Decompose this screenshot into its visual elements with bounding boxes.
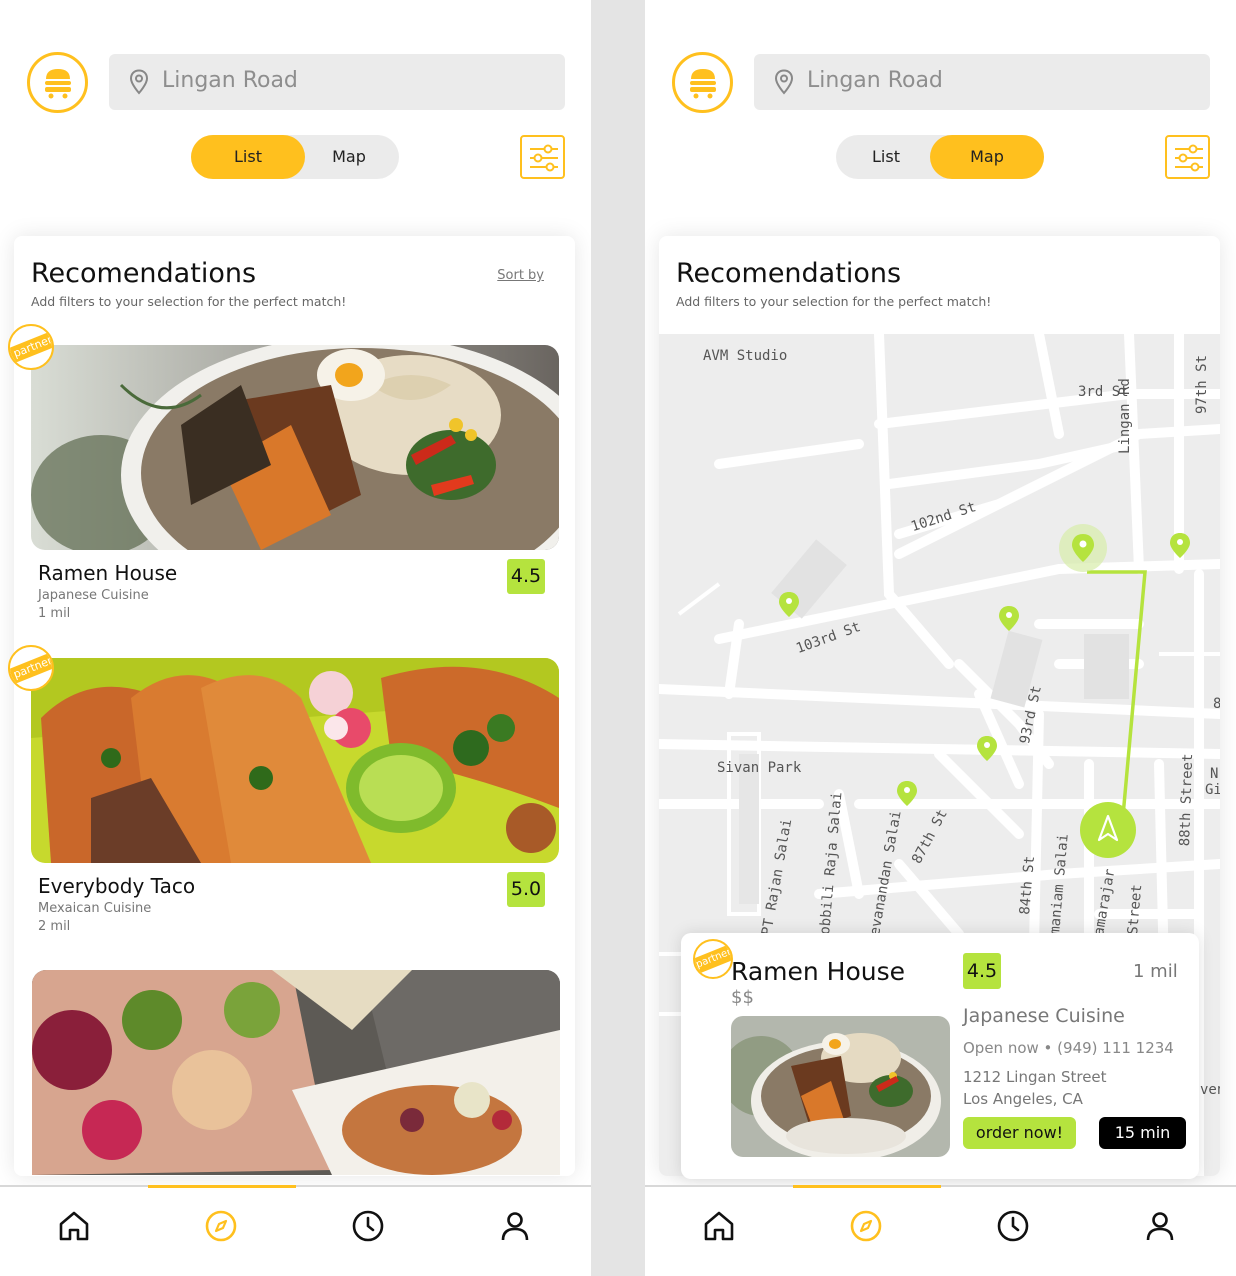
view-toggle: List Map	[836, 135, 1044, 179]
restaurant-info-card[interactable]: partner Ramen House $$ 4.5 1 mil Japanes…	[681, 933, 1199, 1179]
map-label: 97th St	[1194, 354, 1210, 414]
list-screen: Lingan Road List Map Recomendations Add …	[0, 0, 591, 1276]
section-title: Recomendations	[31, 258, 257, 289]
map-label: 88th Street	[1177, 753, 1197, 847]
map-label: 8	[1213, 696, 1220, 712]
ramen-photo	[31, 345, 559, 550]
sliders-icon	[530, 144, 558, 172]
clock-icon[interactable]	[996, 1209, 1030, 1243]
restaurant-name: Ramen House	[38, 561, 178, 585]
profile-icon[interactable]	[498, 1209, 532, 1243]
compass-icon[interactable]	[204, 1209, 238, 1243]
address-line-1: 1212 Lingan Street	[963, 1068, 1107, 1086]
map-toggle-button[interactable]: Map	[299, 135, 399, 179]
burger-logo-icon	[690, 69, 716, 99]
app-logo[interactable]	[27, 52, 88, 113]
partner-badge: partner	[8, 645, 54, 691]
filter-button[interactable]	[1165, 135, 1210, 179]
compass-icon[interactable]	[849, 1209, 883, 1243]
clock-icon[interactable]	[351, 1209, 385, 1243]
map-screen: Lingan Road List Map Recomendations Add …	[645, 0, 1236, 1276]
restaurant-name: Everybody Taco	[38, 874, 196, 898]
rating-badge: 4.5	[963, 953, 1001, 989]
map-label: Sivan Park	[717, 760, 802, 776]
location-search-input[interactable]: Lingan Road	[109, 54, 565, 110]
map-toggle-button[interactable]: Map	[930, 135, 1044, 179]
map-label: ven	[1200, 1082, 1220, 1098]
restaurant-cuisine: Japanese Cuisine	[38, 588, 149, 603]
recommendations-card: Recomendations Add filters to your selec…	[14, 236, 575, 1176]
tacos-photo	[32, 970, 560, 1175]
eta-badge: 15 min	[1099, 1117, 1186, 1149]
restaurant-cuisine: Japanese Cuisine	[963, 1005, 1125, 1027]
list-toggle-button[interactable]: List	[836, 135, 936, 179]
bottom-nav	[0, 1185, 591, 1276]
section-subtitle: Add filters to your selection for the pe…	[676, 294, 992, 309]
price-level: $$	[731, 987, 754, 1008]
home-icon[interactable]	[702, 1209, 736, 1243]
address-line-2: Los Angeles, CA	[963, 1090, 1083, 1108]
order-now-button[interactable]: order now!	[963, 1117, 1076, 1149]
map-label: N	[1210, 766, 1219, 782]
location-search-input[interactable]: Lingan Road	[754, 54, 1210, 110]
bottom-nav	[645, 1185, 1236, 1276]
restaurant-name: Ramen House	[731, 957, 906, 986]
taco-photo	[31, 658, 559, 863]
rating-badge: 5.0	[507, 872, 545, 907]
location-pin-icon	[774, 69, 794, 95]
location-value: Lingan Road	[162, 68, 298, 93]
location-pin-icon	[129, 69, 149, 95]
map-label: AVM Studio	[703, 348, 788, 364]
partner-badge: partner	[8, 324, 54, 370]
home-icon[interactable]	[57, 1209, 91, 1243]
burger-logo-icon	[45, 69, 71, 99]
open-status-phone: Open now • (949) 111 1234	[963, 1039, 1174, 1057]
partner-badge: partner	[693, 939, 733, 979]
active-tab-indicator	[793, 1185, 941, 1188]
restaurant-distance: 1 mil	[1133, 961, 1178, 982]
app-logo[interactable]	[672, 52, 733, 113]
list-toggle-button[interactable]: List	[191, 135, 305, 179]
map-label: Gi	[1205, 782, 1220, 798]
section-title: Recomendations	[676, 258, 902, 289]
rating-badge: 4.5	[507, 559, 545, 594]
restaurant-distance: 2 mil	[38, 919, 71, 934]
restaurant-cuisine: Mexaican Cuisine	[38, 901, 152, 916]
view-toggle: List Map	[191, 135, 399, 179]
sort-by-link[interactable]: Sort by	[497, 268, 544, 283]
restaurant-distance: 1 mil	[38, 606, 71, 621]
active-tab-indicator	[148, 1185, 296, 1188]
section-subtitle: Add filters to your selection for the pe…	[31, 294, 347, 309]
filter-button[interactable]	[520, 135, 565, 179]
location-value: Lingan Road	[807, 68, 943, 93]
ramen-photo	[731, 1016, 950, 1157]
profile-icon[interactable]	[1143, 1209, 1177, 1243]
sliders-icon	[1175, 144, 1203, 172]
map-label: Lingan Rd	[1117, 378, 1133, 454]
